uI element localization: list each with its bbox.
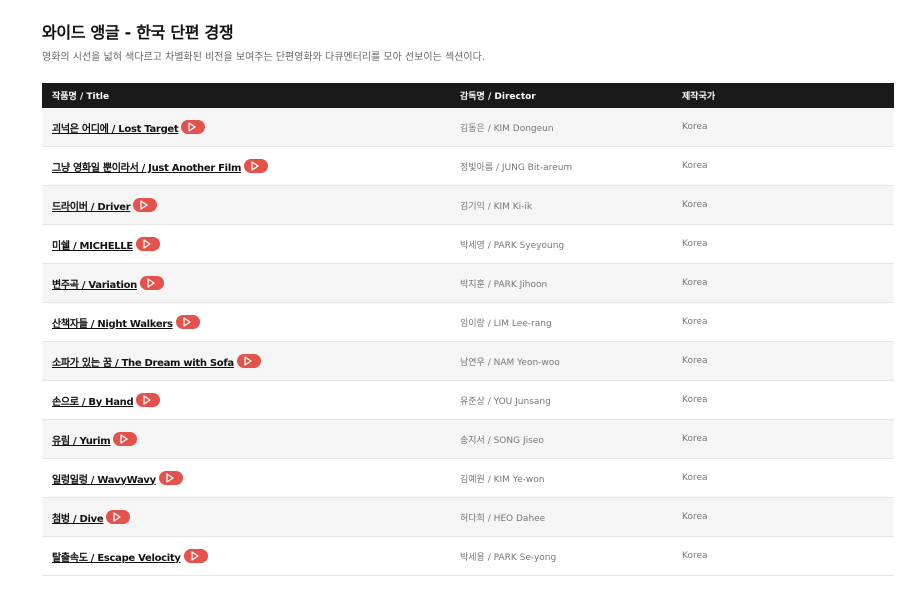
- country-cell: Korea: [672, 380, 894, 420]
- play-button[interactable]: [139, 276, 164, 290]
- film-title-link[interactable]: 미쉘 / MICHELLE: [52, 241, 133, 252]
- title-cell: 유림 / Yurim: [42, 419, 450, 459]
- director-cell: 허다희 / HEO Dahee: [450, 497, 672, 537]
- table-row: 드라이버 / Driver 김기익 / KIM Ki-ik Korea: [42, 185, 894, 225]
- play-button[interactable]: [244, 159, 269, 173]
- film-title-link[interactable]: 산책자들 / Night Walkers: [52, 319, 173, 330]
- section: 와이드 앵글 - 한국 단편 경쟁 영화의 시선을 넓혀 색다르고 차별화된 비…: [42, 20, 894, 576]
- country-cell: Korea: [672, 263, 894, 303]
- film-title-link[interactable]: 드라이버 / Driver: [52, 202, 131, 213]
- title-cell: 그냥 영화일 뿐이라서 / Just Another Film: [42, 146, 450, 186]
- play-button[interactable]: [183, 549, 208, 563]
- film-title-link[interactable]: 변주곡 / Variation: [52, 280, 137, 291]
- title-cell: 괴넉은 어디에 / Lost Target: [42, 108, 450, 147]
- table-row: 손으로 / By Hand 유준상 / YOU Junsang Korea: [42, 380, 894, 420]
- title-cell: 탈출속도 / Escape Velocity: [42, 536, 450, 576]
- table-row: 그냥 영화일 뿐이라서 / Just Another Film 정빛아름 / JU…: [42, 146, 894, 186]
- film-title-link[interactable]: 유림 / Yurim: [52, 436, 111, 447]
- column-header-title: 작품명 / Title: [42, 83, 450, 108]
- director-cell: 유준상 / YOU Junsang: [450, 380, 672, 420]
- title-cell: 손으로 / By Hand: [42, 380, 450, 420]
- director-cell: 김동은 / KIM Dongeun: [450, 108, 672, 147]
- table-row: 괴넉은 어디에 / Lost Target 김동은 / KIM Dongeun Ko…: [42, 108, 894, 147]
- table-row: 첨벙 / Dive 허다희 / HEO Dahee Korea: [42, 497, 894, 537]
- table-row: 변주곡 / Variation 박지훈 / PARK Jihoon Korea: [42, 263, 894, 303]
- director-cell: 박세영 / PARK Syeyoung: [450, 224, 672, 264]
- country-cell: Korea: [672, 185, 894, 225]
- country-cell: Korea: [672, 341, 894, 381]
- play-button[interactable]: [175, 315, 200, 329]
- country-cell: Korea: [672, 458, 894, 498]
- table-header-row: 작품명 / Title 감독명 / Director 제작국가: [42, 83, 894, 108]
- table-row: 탈출속도 / Escape Velocity 박세용 / PARK Se-yong…: [42, 536, 894, 576]
- play-button[interactable]: [113, 432, 138, 446]
- play-button[interactable]: [133, 198, 158, 212]
- play-button[interactable]: [181, 120, 206, 134]
- director-cell: 송지서 / SONG Jiseo: [450, 419, 672, 459]
- film-title-link[interactable]: 일렁일렁 / WavyWavy: [52, 475, 156, 486]
- page-title: 와이드 앵글 - 한국 단편 경쟁: [42, 23, 234, 42]
- director-cell: 김예원 / KIM Ye-won: [450, 458, 672, 498]
- director-cell: 남연우 / NAM Yeon-woo: [450, 341, 672, 381]
- film-title-link[interactable]: 그냥 영화일 뿐이라서 / Just Another Film: [52, 163, 241, 174]
- film-rows: 괴넉은 어디에 / Lost Target 김동은 / KIM Dongeun Ko…: [42, 108, 894, 576]
- play-button[interactable]: [135, 237, 160, 251]
- country-cell: Korea: [672, 224, 894, 264]
- film-title-link[interactable]: 손으로 / By Hand: [52, 397, 134, 408]
- director-cell: 임이랑 / LIM Lee-rang: [450, 302, 672, 342]
- film-title-link[interactable]: 괴넉은 어디에 / Lost Target: [52, 124, 179, 135]
- title-cell: 첨벙 / Dive: [42, 497, 450, 537]
- film-table: 작품명 / Title 감독명 / Director 제작국가 괴넉은 어디에 …: [42, 83, 894, 576]
- director-cell: 정빛아름 / JUNG Bit-areum: [450, 146, 672, 186]
- film-title-link[interactable]: 탈출속도 / Escape Velocity: [52, 553, 181, 564]
- country-cell: Korea: [672, 536, 894, 576]
- director-cell: 박세용 / PARK Se-yong: [450, 536, 672, 576]
- play-button[interactable]: [106, 510, 131, 524]
- country-cell: Korea: [672, 302, 894, 342]
- country-cell: Korea: [672, 497, 894, 537]
- film-title-link[interactable]: 첨벙 / Dive: [52, 514, 104, 525]
- title-cell: 소파가 있는 꿈 / The Dream with Sofa: [42, 341, 450, 381]
- play-button[interactable]: [136, 393, 161, 407]
- country-cell: Korea: [672, 419, 894, 459]
- director-cell: 박지훈 / PARK Jihoon: [450, 263, 672, 303]
- title-cell: 변주곡 / Variation: [42, 263, 450, 303]
- table-row: 미쉘 / MICHELLE 박세영 / PARK Syeyoung Korea: [42, 224, 894, 264]
- title-cell: 일렁일렁 / WavyWavy: [42, 458, 450, 498]
- column-header-country: 제작국가: [672, 83, 894, 108]
- title-cell: 미쉘 / MICHELLE: [42, 224, 450, 264]
- director-cell: 김기익 / KIM Ki-ik: [450, 185, 672, 225]
- title-cell: 산책자들 / Night Walkers: [42, 302, 450, 342]
- table-row: 소파가 있는 꿈 / The Dream with Sofa 남연우 / NAM …: [42, 341, 894, 381]
- page-description: 영화의 시선을 넓혀 색다르고 차별화된 비전을 보여주는 단편영화와 다큐멘터…: [42, 52, 485, 63]
- title-cell: 드라이버 / Driver: [42, 185, 450, 225]
- play-button[interactable]: [158, 471, 183, 485]
- play-button[interactable]: [236, 354, 261, 368]
- country-cell: Korea: [672, 146, 894, 186]
- table-row: 유림 / Yurim 송지서 / SONG Jiseo Korea: [42, 419, 894, 459]
- table-row: 일렁일렁 / WavyWavy 김예원 / KIM Ye-won Korea: [42, 458, 894, 498]
- country-cell: Korea: [672, 108, 894, 147]
- column-header-director: 감독명 / Director: [450, 83, 672, 108]
- table-row: 산책자들 / Night Walkers 임이랑 / LIM Lee-rang Ko…: [42, 302, 894, 342]
- film-title-link[interactable]: 소파가 있는 꿈 / The Dream with Sofa: [52, 358, 234, 369]
